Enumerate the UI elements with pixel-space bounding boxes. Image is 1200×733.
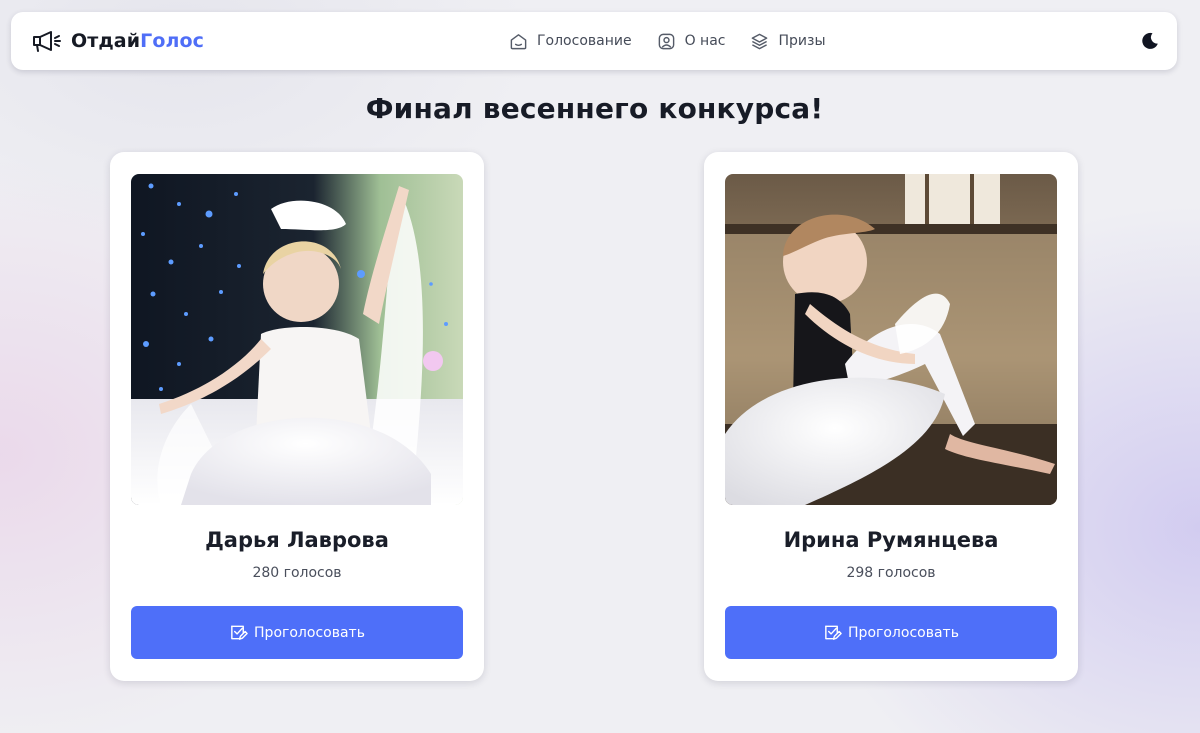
- nav-item-voting[interactable]: Голосование: [509, 32, 632, 51]
- logo-text-part1: Отдай: [71, 30, 141, 52]
- nav-item-prizes[interactable]: Призы: [750, 32, 826, 51]
- contestant-name: Ирина Румянцева: [783, 528, 999, 552]
- page-title: Финал весеннего конкурса!: [365, 92, 824, 125]
- vote-button[interactable]: Проголосовать: [131, 606, 463, 659]
- layers-icon: [752, 33, 768, 49]
- main-nav: Голосование О нас Призы: [509, 12, 826, 70]
- logo-text: ОтдайГолос: [71, 30, 204, 52]
- vote-check-icon: [231, 625, 248, 640]
- contestant-card: Дарья Лаврова 280 голосов Проголосовать: [110, 152, 484, 681]
- top-navbar: ОтдайГолос Голосование О нас Призы: [11, 12, 1177, 70]
- user-circle-icon: [658, 33, 674, 49]
- contestant-card: Ирина Румянцева 298 голосов Проголосоват…: [704, 152, 1078, 681]
- home-icon: [510, 33, 527, 49]
- vote-check-icon: [825, 625, 842, 640]
- logo-text-part2: Голос: [140, 30, 205, 52]
- ballerina-photo: [131, 174, 463, 505]
- moon-icon[interactable]: [1140, 31, 1160, 51]
- ballerina-photo: [725, 174, 1057, 505]
- contestant-votes: 298 голосов: [846, 565, 936, 581]
- contestant-votes: 280 голосов: [252, 565, 342, 581]
- vote-button-label: Проголосовать: [254, 624, 365, 641]
- contestant-photo: [725, 174, 1057, 505]
- vote-button-label: Проголосовать: [848, 624, 959, 641]
- megaphone-icon: [33, 31, 61, 52]
- nav-item-voting-label: Голосование: [537, 33, 632, 49]
- nav-item-about[interactable]: О нас: [657, 32, 726, 51]
- nav-item-prizes-label: Призы: [778, 33, 826, 49]
- logo[interactable]: ОтдайГолос: [31, 12, 204, 70]
- vote-button[interactable]: Проголосовать: [725, 606, 1057, 659]
- contestant-name: Дарья Лаврова: [205, 528, 389, 552]
- nav-item-about-label: О нас: [684, 33, 726, 49]
- contestant-photo: [131, 174, 463, 505]
